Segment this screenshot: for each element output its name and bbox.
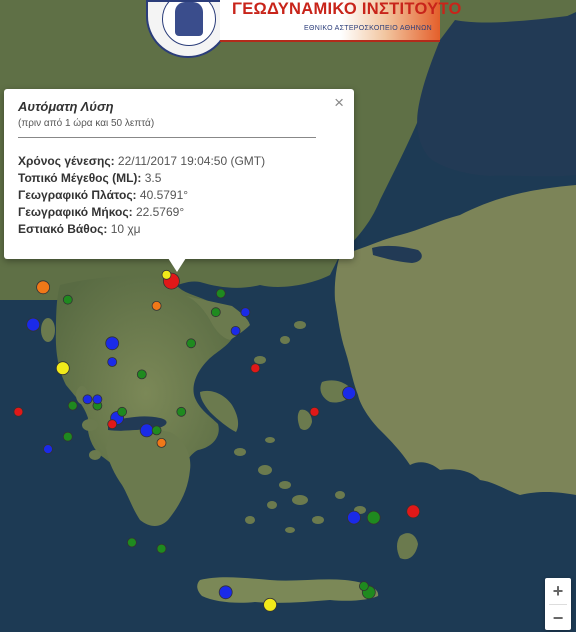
earthquake-marker-blue[interactable] — [347, 510, 361, 525]
popup-pointer — [168, 258, 186, 272]
info-window: × Αυτόματη Λύση (πριν από 1 ώρα και 50 λ… — [4, 89, 354, 259]
earthquake-marker-orange[interactable] — [151, 300, 162, 311]
popup-divider — [18, 137, 316, 138]
earthquake-marker-red[interactable] — [406, 504, 421, 519]
earthquake-marker-green[interactable] — [176, 406, 187, 417]
earthquake-marker-green[interactable] — [215, 288, 226, 299]
earthquake-marker-blue[interactable] — [43, 444, 53, 455]
earthquake-marker-blue[interactable] — [105, 336, 120, 351]
earthquake-marker-blue[interactable] — [82, 394, 93, 405]
earthquake-marker-green[interactable] — [136, 369, 147, 380]
earthquake-marker-red[interactable] — [250, 363, 261, 374]
earthquake-marker-blue[interactable] — [26, 317, 41, 332]
close-icon[interactable]: × — [334, 94, 344, 111]
earthquake-marker-green[interactable] — [156, 543, 167, 554]
earthquake-marker-orange[interactable] — [36, 280, 50, 295]
field-value: 40.5791° — [139, 188, 189, 202]
zoom-in-button[interactable]: + — [545, 578, 571, 604]
earthquake-marker-blue[interactable] — [139, 423, 154, 438]
latitude-row: Γεωγραφικό Πλάτος: 40.5791° — [18, 187, 340, 204]
field-label: Τοπικό Μέγεθος (ML): — [18, 171, 142, 185]
earthquake-marker-yellow[interactable] — [263, 597, 278, 612]
field-value: 22/11/2017 19:04:50 (GMT) — [117, 154, 266, 168]
earthquake-marker-green[interactable] — [186, 338, 197, 349]
earthquake-marker-red[interactable] — [309, 406, 320, 417]
earthquake-marker-red[interactable] — [107, 419, 118, 430]
popup-subtitle: (πριν από 1 ώρα και 50 λεπτά) — [18, 118, 155, 129]
field-value: 3.5 — [144, 171, 162, 185]
earthquake-marker-blue[interactable] — [92, 394, 103, 405]
field-value: 22.5769° — [135, 205, 185, 219]
field-value: 10 χμ — [110, 222, 141, 236]
earthquake-marker-orange[interactable] — [156, 437, 167, 448]
earthquake-marker-blue[interactable] — [230, 325, 241, 336]
earthquake-marker-blue[interactable] — [107, 357, 118, 367]
earthquake-marker-yellow[interactable] — [55, 361, 70, 376]
earthquake-marker-blue[interactable] — [342, 386, 357, 401]
field-label: Εστιακό Βάθος: — [18, 222, 108, 236]
zoom-control: + − — [545, 578, 571, 630]
institute-logo[interactable]: ΓΕΩΔΥΝΑΜΙΚΟ ΙΝΣΤΙΤΟΥΤΟ ΕΘΝΙΚΟ ΑΣΤΕΡΟΣΚΟΠ… — [142, 0, 461, 58]
magnitude-row: Τοπικό Μέγεθος (ML): 3.5 — [18, 170, 340, 187]
earthquake-marker-green[interactable] — [210, 307, 221, 318]
longitude-row: Γεωγραφικό Μήκος: 22.5769° — [18, 204, 340, 221]
depth-row: Εστιακό Βάθος: 10 χμ — [18, 221, 340, 238]
earthquake-marker-green[interactable] — [117, 406, 127, 417]
earthquake-marker-green[interactable] — [67, 400, 78, 411]
origin-time-row: Χρόνος γένεσης: 22/11/2017 19:04:50 (GMT… — [18, 153, 340, 170]
earthquake-marker-green[interactable] — [62, 431, 73, 442]
earthquake-marker-green[interactable] — [151, 425, 162, 436]
black-sea — [417, 15, 576, 177]
earthquake-marker-blue[interactable] — [240, 307, 251, 318]
field-label: Γεωγραφικό Μήκος: — [18, 205, 133, 219]
popup-title: Αυτόματη Λύση — [18, 99, 114, 114]
logo-banner: ΓΕΩΔΥΝΑΜΙΚΟ ΙΝΣΤΙΤΟΥΤΟ ΕΘΝΙΚΟ ΑΣΤΕΡΟΣΚΟΠ… — [220, 0, 461, 42]
earthquake-marker-green[interactable] — [62, 294, 73, 305]
logo-title: ΓΕΩΔΥΝΑΜΙΚΟ ΙΝΣΤΙΤΟΥΤΟ — [232, 0, 462, 18]
field-label: Γεωγραφικό Πλάτος: — [18, 188, 137, 202]
logo-subtitle: ΕΘΝΙΚΟ ΑΣΤΕΡΟΣΚΟΠΕΙΟ ΑΘΗΝΩΝ — [304, 25, 432, 32]
earthquake-marker-blue[interactable] — [218, 585, 233, 600]
earthquake-marker-green[interactable] — [358, 581, 369, 591]
field-label: Χρόνος γένεσης: — [18, 154, 115, 168]
zoom-out-button[interactable]: − — [545, 605, 571, 631]
earthquake-marker-green[interactable] — [126, 537, 137, 548]
earthquake-marker-green[interactable] — [366, 510, 381, 525]
earthquake-marker-red[interactable] — [13, 406, 24, 417]
